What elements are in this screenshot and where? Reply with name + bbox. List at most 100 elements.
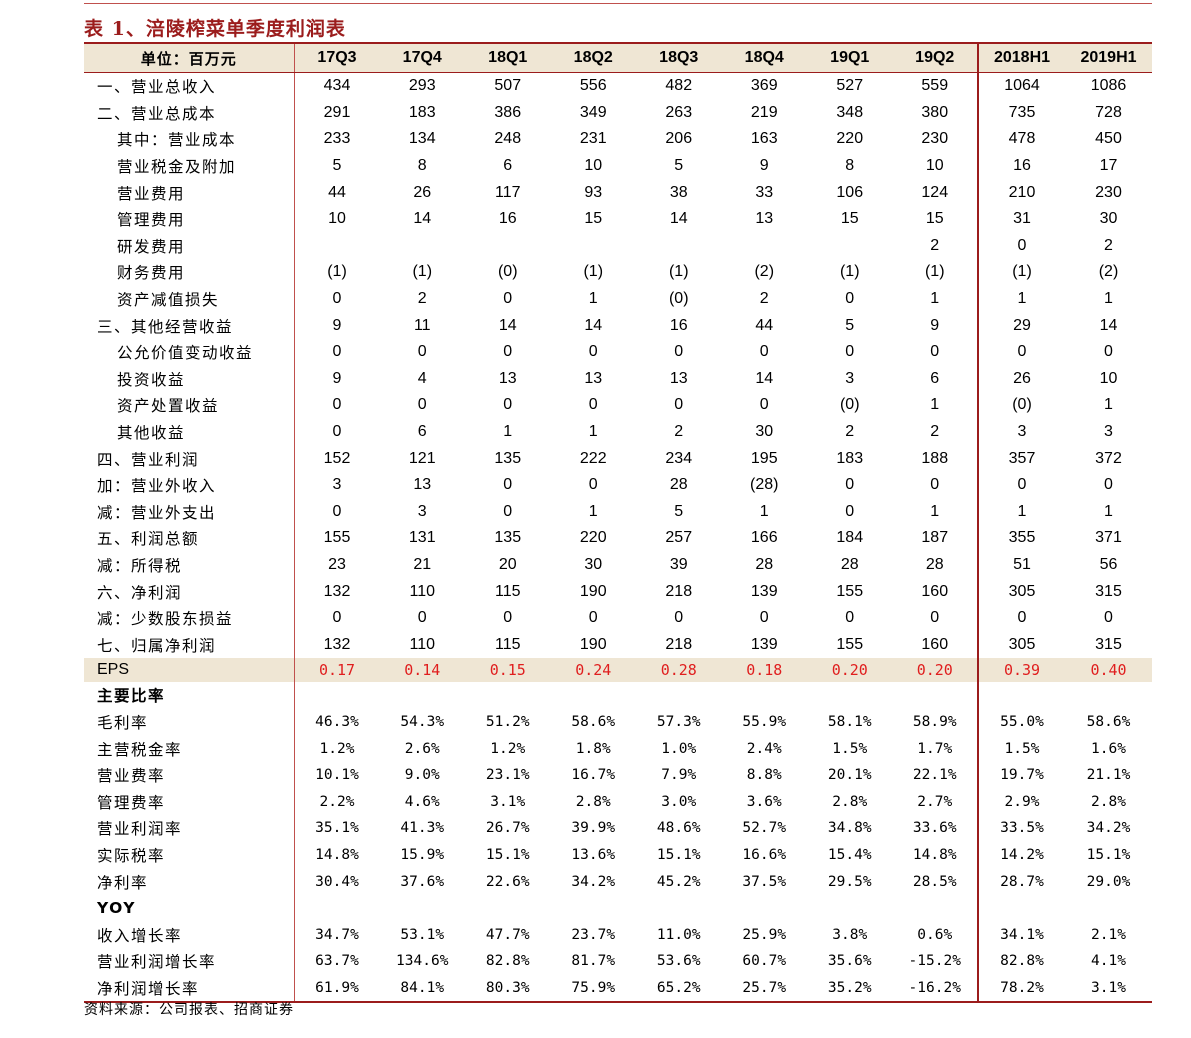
table-row: 营业费用 44 26 117 93 38 33 106 124 210 230 <box>84 179 1152 206</box>
row-label: 营业利润增长率 <box>97 953 217 972</box>
row-label: 营业税金及附加 <box>117 158 237 177</box>
cell-value: 13 <box>669 369 688 387</box>
row-label: 投资收益 <box>117 370 186 389</box>
cell-value: 58.1% <box>827 713 872 730</box>
cell-value: 218 <box>665 635 693 653</box>
cell-value: 190 <box>579 582 607 600</box>
row-label: 财务费用 <box>117 264 186 283</box>
column-header: 2019H1 <box>1065 42 1152 73</box>
cell-value: 22.1% <box>912 767 957 784</box>
cell-value: 121 <box>408 449 436 467</box>
cell-value: 15 <box>925 210 944 228</box>
cell-value: 21 <box>413 555 432 573</box>
cell-value: 58.6% <box>1086 713 1131 730</box>
table-row: 资产减值损失 0 2 0 1 (0) 2 0 1 1 1 <box>84 285 1152 313</box>
cell-value: 220 <box>836 130 864 148</box>
cell-value: 233 <box>293 126 380 153</box>
cell-value: 257 <box>665 529 693 547</box>
cell-value: 3 <box>293 471 380 499</box>
row-label: 减：营业外支出 <box>97 503 217 522</box>
row-label: 营业费率 <box>97 767 166 786</box>
cell-value: 6 <box>503 157 513 175</box>
cell-value: 1 <box>1104 290 1113 308</box>
cell-value: 34.2% <box>1086 820 1131 837</box>
cell-value: 3 <box>845 369 855 387</box>
cell-value: 0 <box>930 343 940 361</box>
table-row: 其他收益 0 6 1 1 2 30 2 2 3 3 <box>84 418 1152 446</box>
cell-value: 0.39 <box>977 658 1065 683</box>
cell-value: 131 <box>408 529 436 547</box>
cell-value: 41.3% <box>400 820 445 837</box>
cell-value: 46.3% <box>293 708 380 736</box>
cell-value: 1 <box>977 498 1065 526</box>
cell-value: 1 <box>588 423 598 441</box>
cell-value: 44 <box>293 179 380 206</box>
top-rule <box>84 3 1152 4</box>
cell-value: 26 <box>977 365 1065 393</box>
cell-value: 184 <box>836 529 864 547</box>
cell-value: 82.8% <box>977 948 1065 975</box>
cell-value: 2.1% <box>1091 926 1126 943</box>
cell-value: 80.3% <box>465 974 551 1004</box>
cell-value: 0 <box>845 476 855 494</box>
cell-value: 26.7% <box>485 820 530 837</box>
cell-value: 315 <box>1095 582 1122 600</box>
cell-value: 293 <box>408 77 436 95</box>
cell-value: 195 <box>750 449 778 467</box>
cell-value <box>465 895 551 922</box>
cell-value: 187 <box>921 529 949 547</box>
cell-value: 2 <box>417 290 427 308</box>
cell-value: 30 <box>584 555 603 573</box>
cell-value: 305 <box>977 578 1065 605</box>
cell-value: 5 <box>293 152 380 180</box>
cell-value: 14.8% <box>912 846 957 863</box>
cell-value: 1.6% <box>1091 740 1126 757</box>
cell-value: 0 <box>293 498 380 526</box>
cell-value: 78.2% <box>977 974 1065 1004</box>
cell-value: 263 <box>665 103 693 121</box>
cell-value: 60.7% <box>742 953 787 970</box>
row-label: 主营税金率 <box>97 740 183 759</box>
cell-value: (2) <box>754 263 775 281</box>
cell-value: 4.1% <box>1091 953 1126 970</box>
cell-value: 2.8% <box>1091 793 1126 810</box>
table-row: 营业费率 10.1% 9.0% 23.1% 16.7% 7.9% 8.8% 20.1% 22.1… <box>84 761 1152 789</box>
row-label: 四、营业利润 <box>97 450 200 469</box>
cell-value <box>636 233 722 260</box>
cell-value: 0 <box>293 338 380 366</box>
table-body: 一、营业总收入 434 293 507 556 482 369 527 559 1064 1086 二… <box>84 72 1152 1004</box>
cell-value: 357 <box>977 445 1065 472</box>
cell-value: 2.8% <box>575 793 611 810</box>
cell-value: 34.7% <box>293 921 380 948</box>
cell-value: 38 <box>669 183 688 201</box>
cell-value: 28 <box>755 555 774 573</box>
cell-value: 0 <box>759 343 769 361</box>
cell-value: 13 <box>413 476 432 494</box>
cell-value: 3.6% <box>746 793 782 810</box>
row-label: 其中：营业成本 <box>117 131 237 150</box>
table-row: 四、营业利润 152 121 135 222 234 195 183 188 357 372 <box>84 445 1152 472</box>
cell-value: 10 <box>293 205 380 233</box>
cell-value: 0 <box>503 343 513 361</box>
cell-value: 190 <box>579 635 607 653</box>
cell-value: 15.4% <box>827 846 872 863</box>
cell-value: 55.9% <box>742 713 787 730</box>
cell-value: 155 <box>836 582 864 600</box>
cell-value: 135 <box>494 449 522 467</box>
cell-value: 10 <box>584 157 603 175</box>
cell-value: 8.8% <box>746 767 782 784</box>
cell-value <box>977 682 1065 709</box>
cell-value: 0 <box>417 396 427 414</box>
cell-value: 28 <box>669 476 688 494</box>
source-note: 资料来源：公司报表、招商证券 <box>84 1002 294 1018</box>
cell-value: 0 <box>845 502 855 520</box>
cell-value: 1 <box>1104 396 1113 414</box>
table-row: 毛利率 46.3% 54.3% 51.2% 58.6% 57.3% 55.9% 58.1% 58… <box>84 708 1152 736</box>
cell-value: (1) <box>668 263 689 281</box>
column-header: 18Q3 <box>636 42 722 73</box>
cell-value: 230 <box>921 130 949 148</box>
cell-value: 2 <box>674 423 684 441</box>
cell-value: 371 <box>1095 529 1122 547</box>
cell-value <box>893 682 979 709</box>
cell-value <box>1065 682 1152 709</box>
